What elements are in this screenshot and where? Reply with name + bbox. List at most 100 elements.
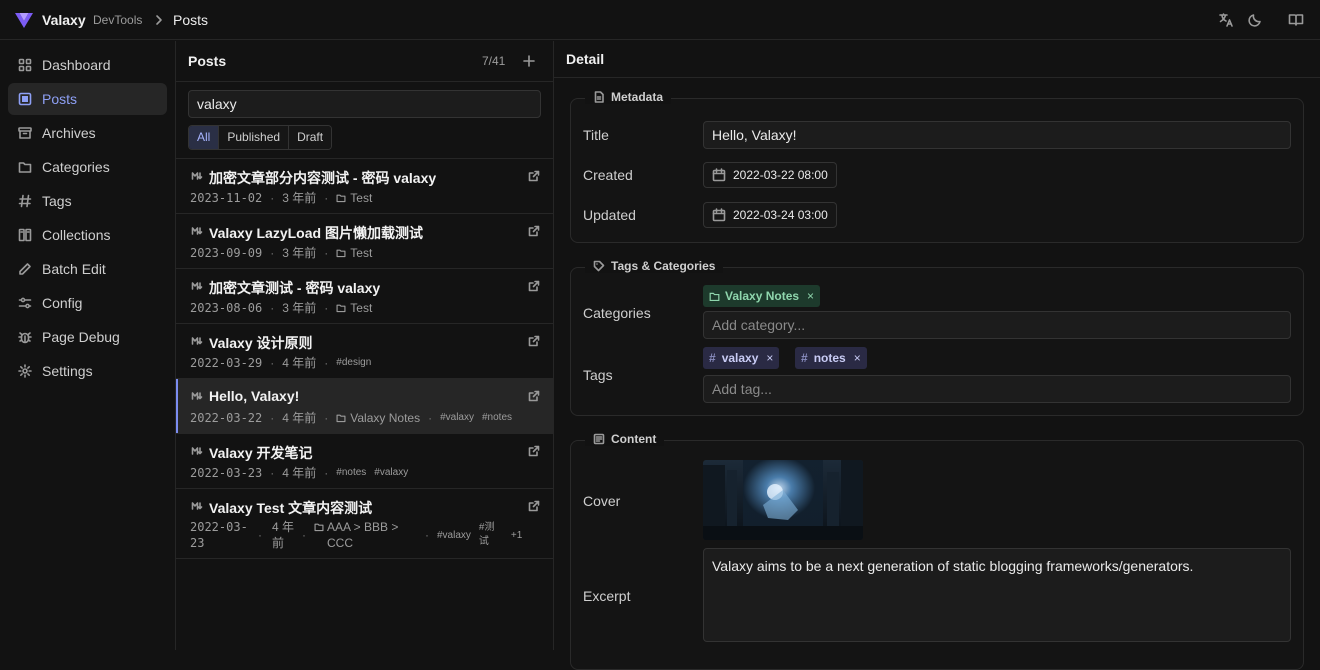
gear-icon — [18, 364, 32, 378]
remove-category-button[interactable]: × — [807, 289, 814, 303]
folder-icon — [336, 249, 346, 257]
pencil-icon — [19, 263, 31, 275]
created-date-picker[interactable]: 2022-03-22 08:00 — [703, 162, 837, 188]
remove-tag-button[interactable]: × — [854, 351, 861, 365]
post-row[interactable]: Valaxy 开发笔记 2022-03-23 · 4 年前 · #notes #… — [176, 433, 553, 488]
external-link-icon[interactable] — [528, 390, 540, 402]
content-legend: Content — [585, 432, 665, 446]
taxonomy-legend-text: Tags & Categories — [611, 259, 716, 273]
hash-icon: # — [709, 351, 716, 365]
valaxy-logo-icon[interactable] — [14, 11, 34, 29]
updated-date-picker[interactable]: 2022-03-24 03:00 — [703, 202, 837, 228]
post-category: Test — [350, 245, 373, 260]
post-tag: #valaxy — [437, 529, 471, 541]
tags-label: Tags — [583, 367, 613, 383]
updated-label: Updated — [583, 207, 636, 223]
folder-icon — [336, 414, 346, 422]
brand-name[interactable]: Valaxy — [42, 12, 86, 28]
post-row[interactable]: Valaxy 设计原则 2022-03-29 · 4 年前 · #design — [176, 323, 553, 378]
posts-title: Posts — [188, 53, 227, 69]
brand-subtitle: DevTools — [93, 13, 143, 27]
sidebar-item-label: Collections — [42, 227, 111, 243]
chevron-right-icon — [156, 15, 162, 25]
breadcrumb: Posts — [173, 12, 209, 28]
remove-tag-button[interactable]: × — [766, 351, 773, 365]
post-title: 加密文章测试 - 密码 valaxy — [209, 280, 381, 296]
translate-icon[interactable] — [1218, 12, 1234, 28]
sidebar-item-tags[interactable]: Tags — [8, 185, 167, 217]
tag-chip: # notes × — [795, 347, 867, 369]
external-link-icon[interactable] — [528, 280, 540, 292]
post-title: Valaxy LazyLoad 图片懒加载测试 — [209, 225, 423, 241]
post-row[interactable]: Valaxy Test 文章内容测试 2022-03-23 · 4 年前 · A… — [176, 488, 553, 559]
post-relative-time: 3 年前 — [282, 191, 317, 205]
archive-icon — [18, 127, 32, 139]
created-label: Created — [583, 167, 633, 183]
external-link-icon[interactable] — [528, 170, 540, 182]
markdown-file-icon — [191, 502, 203, 510]
cover-image[interactable] — [703, 460, 863, 540]
sidebar-item-config[interactable]: Config — [8, 287, 167, 319]
detail-panel: Detail Metadata Title Hello, Valaxy! Cre… — [554, 41, 1320, 670]
post-row[interactable]: 加密文章测试 - 密码 valaxy 2023-08-06 · 3 年前 · T… — [176, 268, 553, 323]
add-category-input[interactable]: Add category... — [703, 311, 1291, 339]
post-tag: #design — [336, 357, 372, 368]
sliders-icon — [18, 297, 32, 309]
post-title: Hello, Valaxy! — [209, 388, 300, 404]
post-category: AAA > BBB > CCC — [327, 520, 399, 550]
content-section: Content Cover Excerpt Valaxy aims to be … — [570, 432, 1304, 670]
posts-count: 7/41 — [482, 54, 506, 68]
sidebar-item-page-debug[interactable]: Page Debug — [8, 321, 167, 353]
add-tag-input[interactable]: Add tag... — [703, 375, 1291, 403]
post-relative-time: 3 年前 — [282, 246, 317, 260]
sidebar-item-collections[interactable]: Collections — [8, 219, 167, 251]
excerpt-textarea[interactable]: Valaxy aims to be a next generation of s… — [703, 548, 1291, 642]
taxonomy-legend: Tags & Categories — [585, 259, 724, 273]
post-date: 2022-03-23 — [190, 465, 263, 480]
filter-draft[interactable]: Draft — [289, 126, 332, 149]
title-label: Title — [583, 127, 609, 143]
sidebar-item-label: Page Debug — [42, 329, 120, 345]
content-legend-text: Content — [611, 432, 657, 446]
sidebar-item-label: Archives — [42, 125, 96, 141]
add-post-icon[interactable] — [522, 54, 536, 68]
book-icon[interactable] — [1288, 12, 1304, 28]
metadata-section: Metadata Title Hello, Valaxy! Created 20… — [570, 90, 1304, 243]
created-value: 2022-03-22 08:00 — [733, 168, 828, 182]
sidebar-item-label: Dashboard — [42, 57, 111, 73]
external-link-icon[interactable] — [528, 445, 540, 457]
sidebar-item-settings[interactable]: Settings — [8, 355, 167, 387]
post-date: 2023-09-09 — [190, 245, 263, 260]
search-input[interactable] — [188, 90, 541, 118]
sidebar-item-batch-edit[interactable]: Batch Edit — [8, 253, 167, 285]
title-input[interactable]: Hello, Valaxy! — [703, 121, 1291, 149]
markdown-file-icon — [191, 227, 203, 235]
post-category: Valaxy Notes — [350, 410, 421, 425]
external-link-icon[interactable] — [528, 225, 540, 237]
post-row[interactable]: 加密文章部分内容测试 - 密码 valaxy 2023-11-02 · 3 年前… — [176, 158, 553, 213]
sidebar-item-label: Batch Edit — [42, 261, 106, 277]
sidebar-item-dashboard[interactable]: Dashboard — [8, 49, 167, 81]
filter-published[interactable]: Published — [219, 126, 290, 149]
sidebar-item-categories[interactable]: Categories — [8, 151, 167, 183]
external-link-icon[interactable] — [528, 335, 540, 347]
sidebar-item-posts[interactable]: Posts — [8, 83, 167, 115]
external-link-icon[interactable] — [528, 500, 540, 512]
sidebar-item-label: Config — [42, 295, 83, 311]
post-date: 2023-08-06 — [190, 300, 263, 315]
hash-icon: # — [801, 351, 808, 365]
detail-header: Detail — [554, 41, 1320, 78]
status-filter: All Published Draft — [188, 125, 333, 150]
sidebar-item-label: Categories — [42, 159, 110, 175]
post-title: 加密文章部分内容测试 - 密码 valaxy — [209, 170, 437, 186]
hash-icon — [18, 194, 32, 208]
post-relative-time: 4 年前 — [282, 466, 317, 480]
post-tag: #valaxy — [440, 412, 474, 423]
post-title: Valaxy 开发笔记 — [209, 445, 313, 461]
post-row[interactable]: Valaxy LazyLoad 图片懒加载测试 2023-09-09 · 3 年… — [176, 213, 553, 268]
filter-all[interactable]: All — [189, 126, 220, 149]
dark-mode-icon[interactable] — [1247, 12, 1263, 28]
post-relative-time: 4 年前 — [272, 520, 295, 550]
sidebar-item-archives[interactable]: Archives — [8, 117, 167, 149]
post-row-selected[interactable]: Hello, Valaxy! 2022-03-22 · 4 年前 · Valax… — [176, 378, 553, 433]
